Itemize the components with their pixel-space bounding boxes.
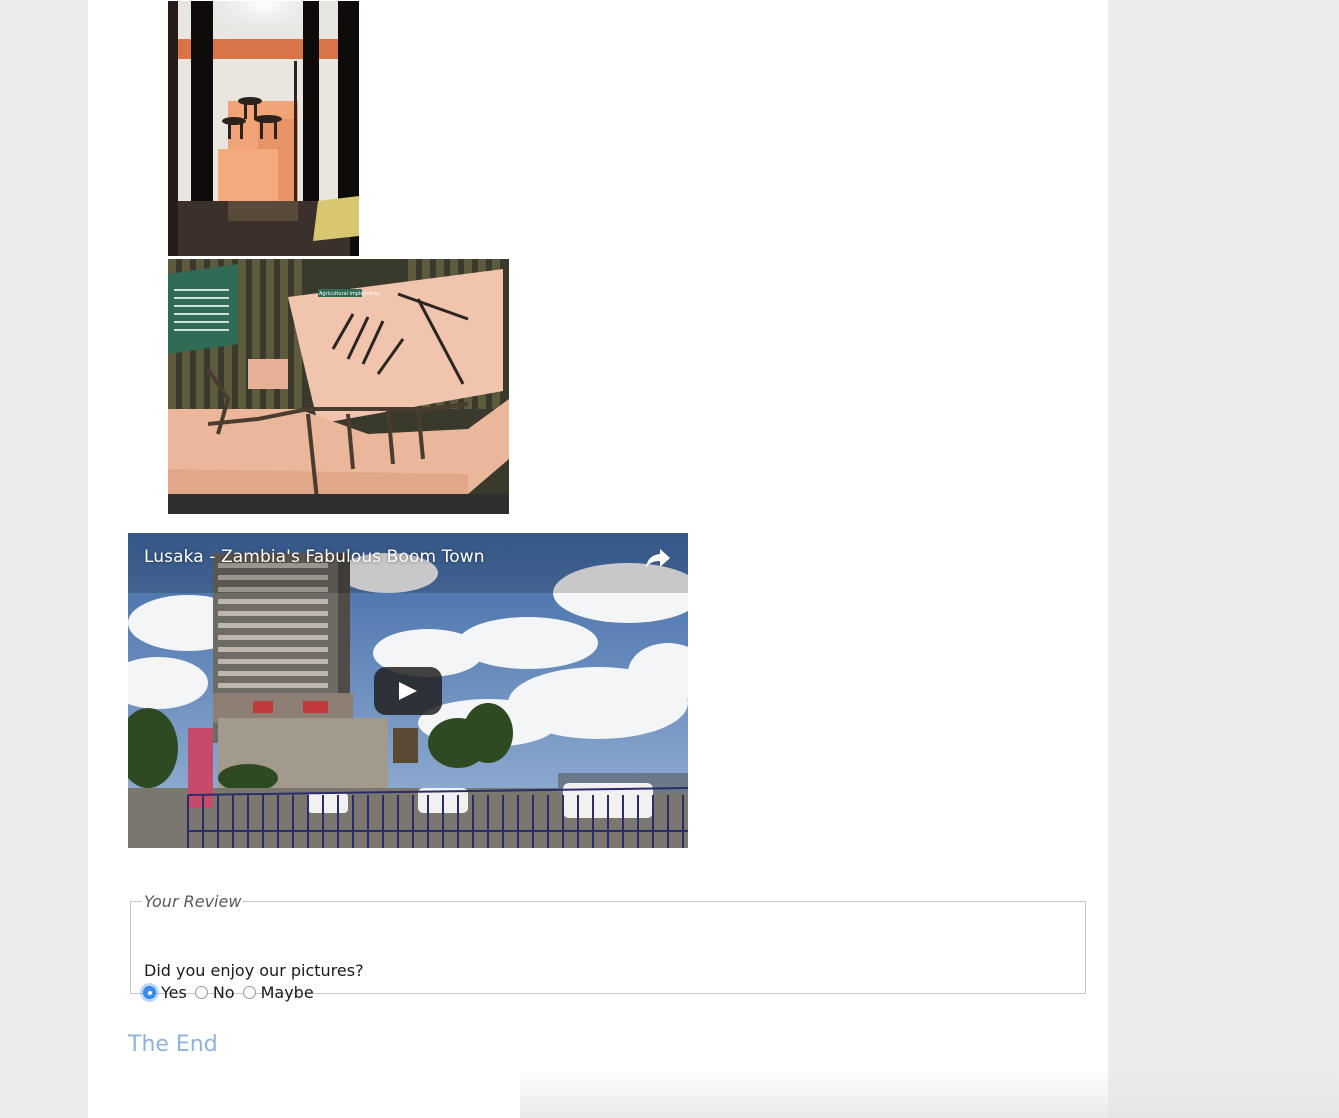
the-end-heading: The End — [128, 1032, 218, 1057]
play-icon — [399, 682, 417, 700]
share-icon[interactable] — [644, 545, 672, 571]
content-panel: Agricultural implements Lusaka - Zambia'… — [88, 0, 1108, 1118]
radio-maybe[interactable] — [242, 986, 256, 999]
video-title[interactable]: Lusaka - Zambia's Fabulous Boom Town — [144, 547, 485, 567]
bottom-shadow — [520, 1070, 1339, 1118]
play-button[interactable] — [374, 667, 442, 715]
option-yes-label: Yes — [161, 983, 187, 1002]
review-legend: Your Review — [144, 892, 242, 911]
review-question: Did you enjoy our pictures? — [144, 961, 364, 980]
option-maybe-label: Maybe — [260, 983, 314, 1002]
option-yes[interactable]: Yes — [143, 983, 187, 1002]
option-no[interactable]: No — [194, 983, 235, 1002]
museum-display-photo — [168, 1, 359, 256]
video-player[interactable]: Lusaka - Zambia's Fabulous Boom Town — [128, 533, 688, 848]
radio-yes[interactable] — [143, 986, 156, 999]
option-maybe[interactable]: Maybe — [242, 983, 314, 1002]
review-options: Yes No Maybe — [143, 983, 322, 1002]
option-no-label: No — [212, 983, 235, 1002]
review-fieldset: Your Review Did you enjoy our pictures? … — [130, 892, 1086, 1002]
agricultural-implements-photo: Agricultural implements — [168, 259, 509, 514]
radio-no[interactable] — [194, 986, 208, 999]
agricultural-implements-sign: Agricultural implements — [319, 291, 380, 297]
